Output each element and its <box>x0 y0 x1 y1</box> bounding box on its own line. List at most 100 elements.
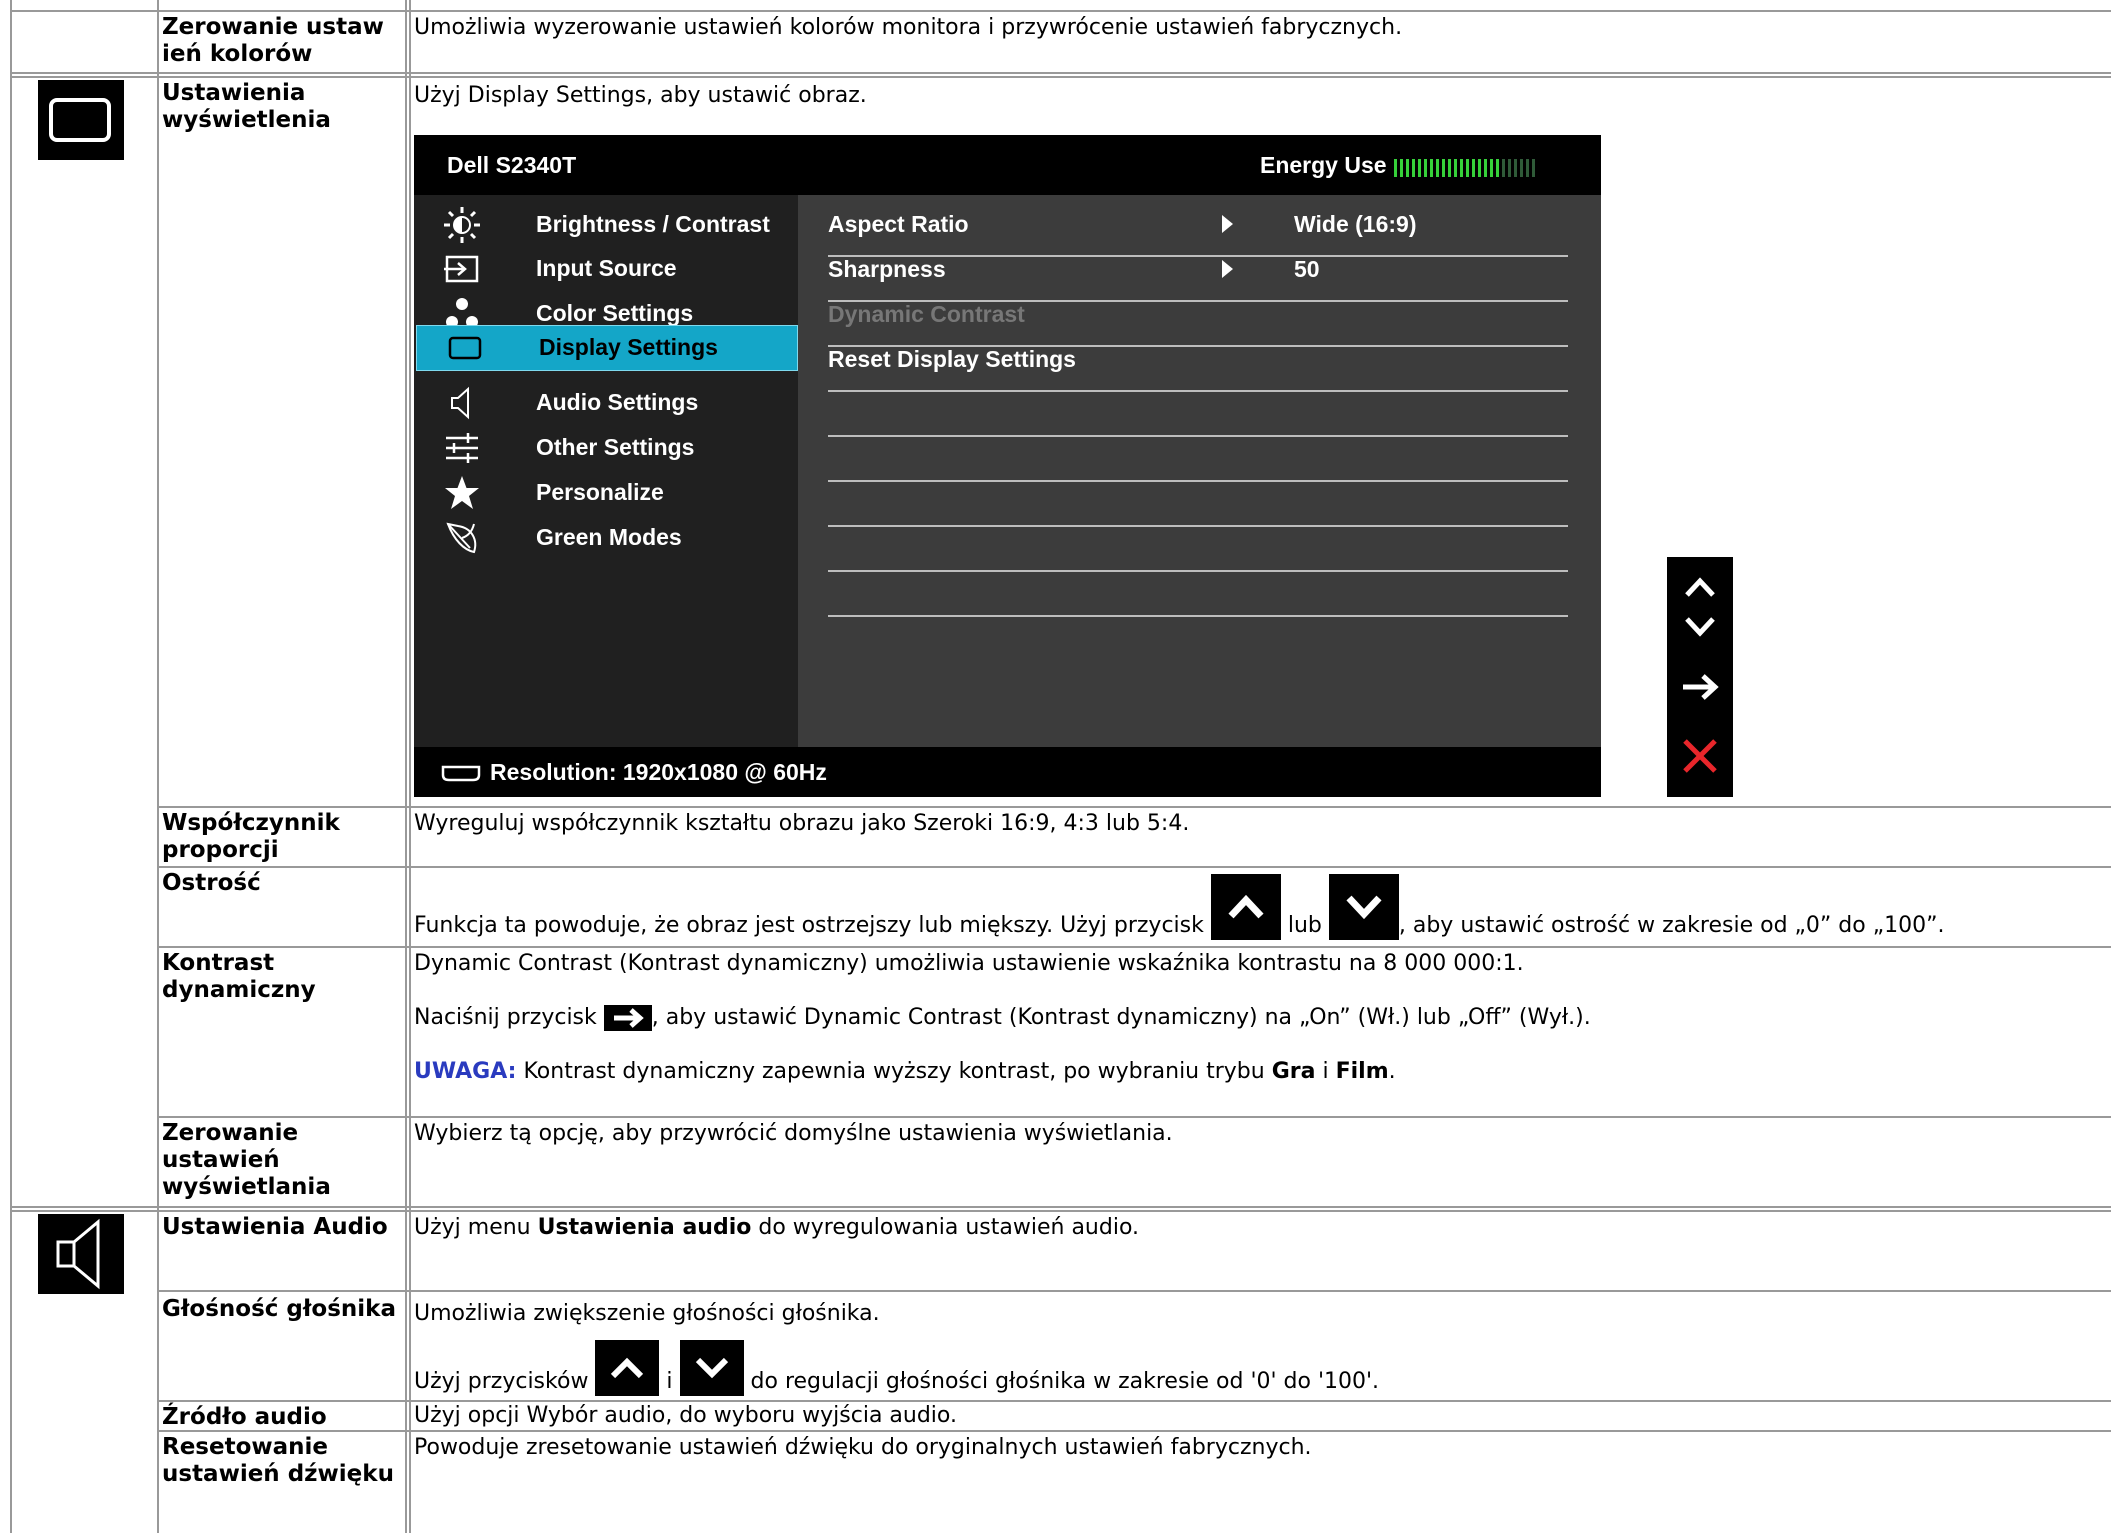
row-desc-reset-audio: Powoduje zresetowanie ustawień dźwięku d… <box>414 1435 1312 1460</box>
desc-bold: Film <box>1335 1059 1389 1084</box>
row-label-audio-source: Źródło audio <box>162 1404 327 1430</box>
row-note-dynamic-contrast: UWAGA: Kontrast dynamiczny zapewnia wyżs… <box>414 1058 1396 1086</box>
energy-bar-segment <box>1412 159 1415 177</box>
osd-menu-label: Color Settings <box>536 300 694 326</box>
row-label-reset-display: Zerowanie ustawień wyświetlania <box>162 1120 331 1200</box>
desc-text: Naciśnij przycisk <box>414 1005 604 1030</box>
table-border-col1 <box>157 0 159 1533</box>
osd-menu-item-green-modes[interactable]: Green Modes <box>414 508 798 568</box>
desc-text: Użyj przycisków <box>414 1369 596 1394</box>
row-label-audio-settings: Ustawienia Audio <box>162 1214 388 1240</box>
energy-bar-segment <box>1520 159 1523 177</box>
speaker-icon <box>451 386 469 420</box>
submenu-label: Reset Display Settings <box>828 346 1076 372</box>
energy-bar-segment <box>1478 159 1481 177</box>
energy-bar-segment <box>1442 159 1445 177</box>
energy-bar-segment <box>1448 159 1451 177</box>
row-label-reset-audio: Resetowanie ustawień dźwięku <box>162 1434 394 1487</box>
desc-bold: Ustawienia audio <box>537 1215 752 1240</box>
energy-bar-segment <box>1502 159 1505 177</box>
table-border-col2 <box>405 0 407 1533</box>
desc-text: do wyregulowania ustawień audio. <box>751 1215 1140 1240</box>
osd-menu-label: Input Source <box>536 255 677 281</box>
desc-text: i <box>659 1369 680 1394</box>
display-settings-icon <box>448 336 482 360</box>
row-label-aspect-ratio: Współczynnik proporcji <box>162 810 340 863</box>
energy-bar-segment <box>1508 159 1511 177</box>
enter-arrow-icon <box>603 1005 652 1031</box>
energy-bar-segment <box>1454 159 1457 177</box>
speaker-icon <box>38 1214 124 1294</box>
osd-main-menu: Brightness / Contrast Input Source Color… <box>414 195 798 747</box>
energy-bar-segment <box>1424 159 1427 177</box>
energy-bar-segment <box>1406 159 1409 177</box>
desc-text: i <box>1315 1059 1336 1084</box>
up-button-icon <box>595 1340 660 1396</box>
arrow-right-icon <box>1222 215 1233 233</box>
osd-menu-item-display-settings[interactable]: Display Settings <box>416 325 798 371</box>
energy-bar-segment <box>1430 159 1433 177</box>
submenu-label: Aspect Ratio <box>828 211 969 237</box>
brightness-icon <box>444 207 480 243</box>
up-button-icon <box>1210 874 1281 940</box>
row-desc-volume-buttons: Użyj przycisków i do regulacji głośności… <box>414 1340 1379 1396</box>
energy-bar-segment <box>1490 159 1493 177</box>
leaf-icon <box>446 522 477 554</box>
row-divider <box>10 76 2111 78</box>
osd-menu: Dell S2340T Energy Use Brightness / Cont… <box>414 135 1601 797</box>
submenu-label: Sharpness <box>828 256 946 282</box>
desc-text: lub <box>1280 913 1329 938</box>
row-desc-aspect-ratio: Wyreguluj współczynnik kształtu obrazu j… <box>414 811 1190 836</box>
enter-arrow-icon[interactable] <box>1667 657 1733 717</box>
desc-text: . <box>1388 1059 1396 1084</box>
row-desc-sharpness: Funkcja ta powoduje, że obraz jest ostrz… <box>414 874 1945 940</box>
row-desc-audio-settings: Użyj menu Ustawienia audio do wyregulowa… <box>414 1214 1139 1242</box>
row-desc-audio-source: Użyj opcji Wybór audio, do wyboru wyjści… <box>414 1403 957 1428</box>
energy-bar-segment <box>1466 159 1469 177</box>
row-label-display-settings: Ustawienia wyświetlenia <box>162 80 331 133</box>
row-divider <box>157 946 2111 948</box>
row-desc-dynamic-contrast: Dynamic Contrast (Kontrast dynamiczny) u… <box>414 951 1524 976</box>
down-button-icon[interactable] <box>1667 597 1733 657</box>
desc-text: Kontrast dynamiczny zapewnia wyższy kont… <box>516 1059 1272 1084</box>
down-button-icon <box>679 1340 744 1396</box>
row-label-reset-color: Zerowanie ustaw ień kolorów <box>162 14 384 67</box>
desc-text: , aby ustawić ostrość w zakresie od „0” … <box>1398 913 1945 938</box>
energy-bar-segment <box>1532 159 1535 177</box>
energy-bar-segment <box>1514 159 1517 177</box>
input-source-icon <box>444 255 479 283</box>
submenu-value: Wide (16:9) <box>1294 211 1417 237</box>
desc-text: Funkcja ta powoduje, że obraz jest ostrz… <box>414 913 1211 938</box>
energy-use-label: Energy Use <box>1260 152 1387 178</box>
other-settings-icon <box>446 433 478 463</box>
osd-submenu: Aspect Ratio Wide (16:9) Sharpness 50 Dy… <box>798 195 1601 747</box>
osd-menu-label: Green Modes <box>536 524 682 550</box>
desc-bold: Gra <box>1271 1059 1316 1084</box>
close-x-icon[interactable] <box>1667 727 1733 787</box>
row-divider <box>10 72 2111 74</box>
osd-resolution: Resolution: 1920x1080 @ 60Hz <box>490 759 827 785</box>
submenu-label: Dynamic Contrast <box>828 301 1025 327</box>
row-desc-reset-color: Umożliwia wyzerowanie ustawień kolorów m… <box>414 15 1403 40</box>
energy-bar-segment <box>1526 159 1529 177</box>
row-label-dynamic-contrast: Kontrast dynamiczny <box>162 950 316 1003</box>
osd-footer: Resolution: 1920x1080 @ 60Hz <box>414 747 1601 797</box>
row-divider <box>157 866 2111 868</box>
submenu-value: 50 <box>1294 256 1320 282</box>
row-desc-volume: Umożliwia zwiększenie głośności głośnika… <box>414 1301 880 1326</box>
osd-model-title: Dell S2340T <box>447 152 577 178</box>
energy-bar-segment <box>1472 159 1475 177</box>
osd-submenu-empty <box>828 555 1568 617</box>
energy-bar-segment <box>1496 159 1499 177</box>
osd-menu-label: Personalize <box>536 479 664 505</box>
row-desc-display-settings: Użyj Display Settings, aby ustawić obraz… <box>414 83 867 108</box>
energy-bar-segment <box>1436 159 1439 177</box>
row-label-sharpness: Ostrość <box>162 870 261 896</box>
note-key: UWAGA: <box>414 1059 517 1084</box>
row-divider <box>10 1210 2111 1212</box>
osd-header: Dell S2340T Energy Use <box>414 135 1601 195</box>
osd-menu-label: Other Settings <box>536 434 695 460</box>
arrow-right-icon <box>1222 260 1233 278</box>
star-icon <box>445 476 479 509</box>
table-border-left <box>10 0 12 1533</box>
